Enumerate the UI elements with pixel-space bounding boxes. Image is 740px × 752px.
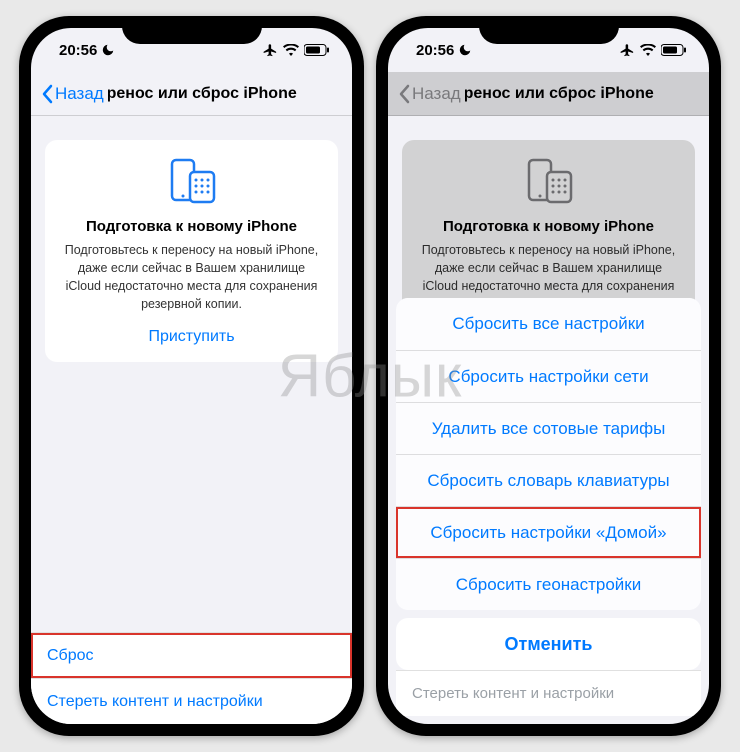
battery-icon: [304, 44, 330, 56]
airplane-icon: [620, 43, 635, 58]
phone-frame-left: 20:56 Назад Пере: [19, 16, 364, 736]
bottom-options: Сброс Стереть контент и настройки: [31, 632, 352, 724]
notch: [479, 16, 619, 44]
back-button[interactable]: Назад: [41, 84, 108, 104]
wifi-icon: [283, 44, 299, 56]
card-title: Подготовка к новому iPhone: [61, 218, 322, 235]
status-time: 20:56: [416, 42, 454, 59]
screen-left: 20:56 Назад Пере: [31, 28, 352, 724]
back-label: Назад: [55, 84, 108, 104]
action-sheet: Сбросить все настройки Сбросить настройк…: [388, 290, 709, 724]
nav-bar: Назад Перенос или сброс iPhone: [31, 72, 352, 116]
card-action-button[interactable]: Приступить: [61, 328, 322, 346]
phone-frame-right: 20:56 Назад Пере: [376, 16, 721, 736]
devices-icon: [61, 158, 322, 206]
back-button[interactable]: Назад: [398, 84, 465, 104]
battery-icon: [661, 44, 687, 56]
content-area: Подготовка к новому iPhone Подготовьтесь…: [31, 116, 352, 724]
card-title: Подготовка к новому iPhone: [418, 218, 679, 235]
sheet-option-reset-network[interactable]: Сбросить настройки сети: [396, 350, 701, 402]
sheet-option-reset-home[interactable]: Сбросить настройки «Домой»: [396, 506, 701, 558]
sheet-option-reset-location[interactable]: Сбросить геонастройки: [396, 558, 701, 610]
wifi-icon: [640, 44, 656, 56]
sheet-cancel-button[interactable]: Отменить: [396, 618, 701, 670]
devices-icon: [418, 158, 679, 206]
moon-icon: [458, 43, 472, 57]
prepare-card: Подготовка к новому iPhone Подготовьтесь…: [45, 140, 338, 362]
chevron-left-icon: [398, 84, 410, 104]
back-label: Назад: [412, 84, 465, 104]
erase-row[interactable]: Стереть контент и настройки: [31, 678, 352, 724]
card-body: Подготовьтесь к переносу на новый iPhone…: [61, 241, 322, 314]
chevron-left-icon: [41, 84, 53, 104]
airplane-icon: [263, 43, 278, 58]
notch: [122, 16, 262, 44]
screen-right: 20:56 Назад Пере: [388, 28, 709, 724]
sheet-option-remove-cellular[interactable]: Удалить все сотовые тарифы: [396, 402, 701, 454]
nav-bar: Назад Перенос или сброс iPhone: [388, 72, 709, 116]
reset-row[interactable]: Сброс: [31, 632, 352, 678]
sheet-option-reset-keyboard[interactable]: Сбросить словарь клавиатуры: [396, 454, 701, 506]
erase-row-peek: Стереть контент и настройки: [396, 670, 701, 716]
moon-icon: [101, 43, 115, 57]
status-time: 20:56: [59, 42, 97, 59]
sheet-option-reset-all[interactable]: Сбросить все настройки: [396, 298, 701, 350]
action-sheet-list: Сбросить все настройки Сбросить настройк…: [396, 298, 701, 610]
